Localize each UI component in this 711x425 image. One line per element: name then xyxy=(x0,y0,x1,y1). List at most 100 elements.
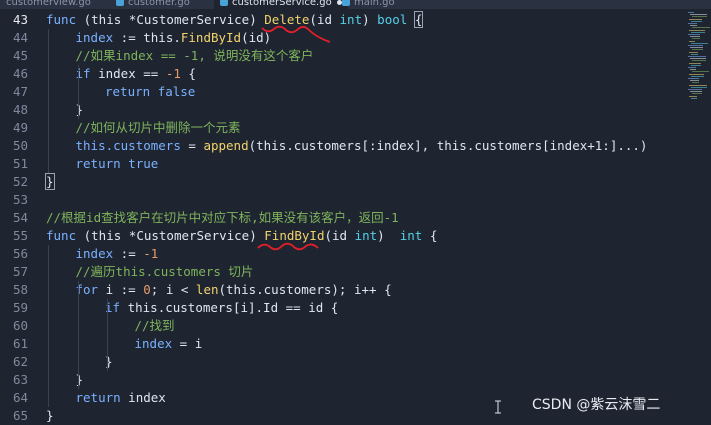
line-number: 47 xyxy=(12,84,28,99)
minimap-line xyxy=(688,12,694,13)
minimap-line xyxy=(691,20,702,22)
code-token: (this.customers); i++ { xyxy=(218,282,392,297)
line-number: 52 xyxy=(12,174,28,189)
code-token: index xyxy=(120,390,166,405)
code-line[interactable]: 50 this.customers = append(this.customers… xyxy=(0,137,680,155)
minimap-line xyxy=(689,95,697,97)
indent-guide xyxy=(77,65,79,119)
minimap-line xyxy=(691,86,707,88)
code-line[interactable]: 53 xyxy=(0,191,680,209)
code-token: (this *CustomerService) xyxy=(76,12,265,27)
minimap-line xyxy=(691,53,698,55)
code-token: //遍历this.customers 切片 xyxy=(75,264,254,279)
line-number: 62 xyxy=(12,354,28,369)
minimap-line xyxy=(689,51,698,53)
tab-label: customerService.go xyxy=(232,0,332,8)
editor-tab-bar: customerview.go customer.go customerServ… xyxy=(0,0,711,9)
tab-customer[interactable]: customer.go xyxy=(116,0,190,9)
minimap-line xyxy=(688,56,706,57)
code-editor[interactable]: 43 func (this *CustomerService) Delete(id… xyxy=(0,9,680,423)
code-line[interactable]: 62} xyxy=(0,353,680,371)
line-number: 60 xyxy=(12,318,28,333)
code-token: //如何从切片中删除一个元素 xyxy=(75,120,241,135)
code-token: := this. xyxy=(113,30,181,45)
tab-customerview[interactable]: customerview.go xyxy=(6,0,91,9)
minimap-line xyxy=(690,91,702,93)
code-line[interactable]: 59 if this.customers[i].Id == id { xyxy=(0,299,680,317)
line-number: 46 xyxy=(12,66,28,81)
code-line[interactable]: 54 //根据id查找客户在切片中对应下标,如果没有该客户，返回-1 xyxy=(0,209,680,227)
code-line[interactable]: 58 for i := 0; i < len(this.customers); i… xyxy=(0,281,680,299)
code-line[interactable]: 52} xyxy=(0,173,680,191)
code-token: index xyxy=(75,30,114,45)
line-number: 51 xyxy=(12,156,28,171)
code-token: this.customers[i].Id == id { xyxy=(120,300,339,315)
code-token: } xyxy=(46,408,54,423)
line-number: 59 xyxy=(12,300,28,315)
code-token: index xyxy=(75,246,114,261)
code-token: (id xyxy=(309,12,340,27)
minimap-line xyxy=(689,18,702,20)
code-token: func xyxy=(46,12,77,27)
code-token: return xyxy=(105,84,151,99)
code-token: (this *CustomerService) xyxy=(76,228,265,243)
code-line[interactable]: 56 index := -1 xyxy=(0,245,680,263)
line-number: 61 xyxy=(12,336,28,351)
code-line[interactable]: 45 //如果index == -1, 说明没有这个客户 xyxy=(0,47,680,65)
minimap-line xyxy=(688,67,696,68)
minimap-line xyxy=(691,31,705,33)
code-text: //根据id查找客户在切片中对应下标,如果没有该客户，返回-1 xyxy=(46,209,399,227)
code-line[interactable]: 61 index = i xyxy=(0,335,680,353)
code-text: index := this.FindById(id) xyxy=(76,29,272,47)
minimap-line xyxy=(689,62,701,64)
unsaved-dot-icon[interactable] xyxy=(336,0,342,5)
minimap-line xyxy=(688,45,703,46)
code-line[interactable]: 46 if index == -1 { xyxy=(0,65,680,83)
line-number: 56 xyxy=(12,246,28,261)
code-text: func (this *CustomerService) FindById(id… xyxy=(46,227,437,245)
code-text: index := -1 xyxy=(76,245,159,263)
code-line[interactable]: 48} xyxy=(0,101,680,119)
code-text: for i := 0; i < len(this.customers); i++… xyxy=(76,281,392,299)
indent-guide xyxy=(48,245,49,407)
code-line[interactable]: 63} xyxy=(0,371,680,389)
code-line[interactable]: 49 //如何从切片中删除一个元素 xyxy=(0,119,680,137)
code-line[interactable]: 60 //找到 xyxy=(0,317,680,335)
tab-main[interactable]: main.go xyxy=(342,0,395,9)
code-text: //如果index == -1, 说明没有这个客户 xyxy=(76,47,314,65)
code-token: for xyxy=(75,282,99,297)
code-token: FindById xyxy=(264,228,325,243)
tab-label: customer.go xyxy=(128,0,190,8)
code-token: i := xyxy=(98,282,144,297)
line-number: 64 xyxy=(12,390,28,405)
minimap-line xyxy=(692,60,706,62)
minimap-line xyxy=(690,25,697,27)
code-line[interactable]: 44 index := this.FindById(id) xyxy=(0,29,680,47)
code-token: (id) xyxy=(241,30,272,45)
code-token: { xyxy=(422,228,438,243)
minimap-line xyxy=(688,23,697,24)
code-token: index == xyxy=(90,66,166,81)
code-token: -1 xyxy=(143,246,159,261)
code-line[interactable]: 57 //遍历this.customers 切片 xyxy=(0,263,680,281)
code-line[interactable]: 43 func (this *CustomerService) Delete(id… xyxy=(0,11,680,29)
minimap-line xyxy=(690,80,699,82)
code-token: -1 xyxy=(165,66,181,81)
line-number: 65 xyxy=(12,408,28,423)
code-line[interactable]: 51 return true xyxy=(0,155,680,173)
code-text: //遍历this.customers 切片 xyxy=(76,263,254,281)
minimap-line xyxy=(692,27,710,29)
code-token: this.customers xyxy=(75,138,181,153)
code-token: (id xyxy=(324,228,355,243)
line-number: 54 xyxy=(12,210,28,225)
line-number: 53 xyxy=(12,192,28,207)
line-number: 55 xyxy=(12,228,28,243)
code-line[interactable]: 47 return false xyxy=(0,83,680,101)
code-token: func xyxy=(46,228,77,243)
code-token: len xyxy=(195,282,219,297)
tab-customerservice[interactable]: customerService.go xyxy=(214,0,348,9)
minimap-line xyxy=(692,16,707,18)
minimap[interactable] xyxy=(688,12,710,102)
code-line[interactable]: 55 func (this *CustomerService) FindById(… xyxy=(0,227,680,245)
